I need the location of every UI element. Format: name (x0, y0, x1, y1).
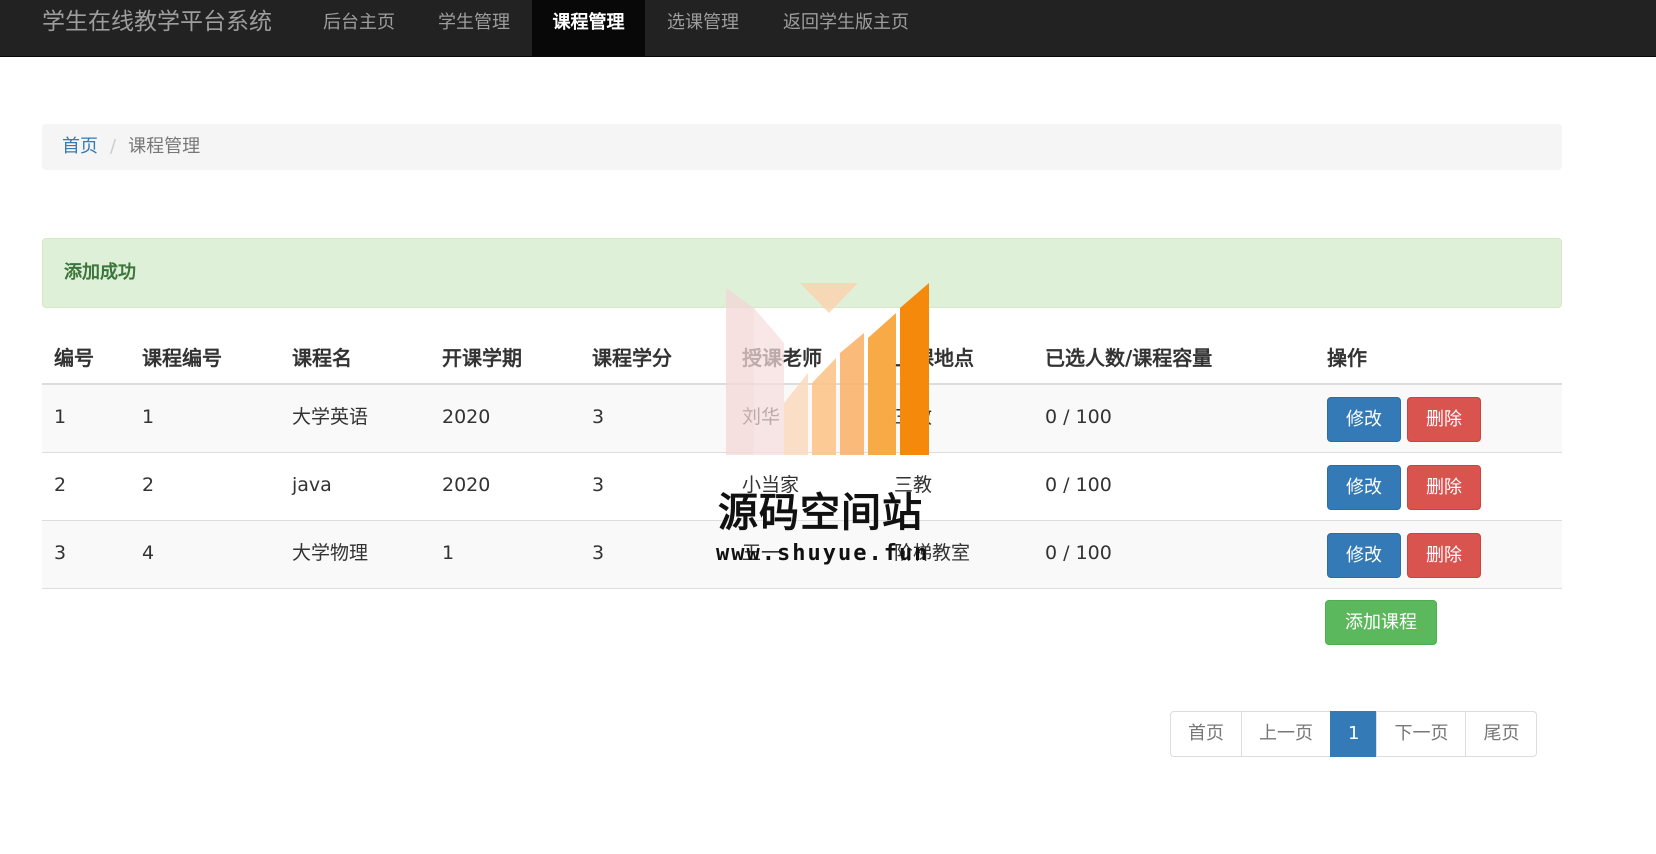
page-current-button[interactable]: 1 (1330, 711, 1378, 757)
delete-button[interactable]: 删除 (1407, 533, 1481, 578)
cell-course-name: 大学物理 (292, 542, 369, 564)
edit-button[interactable]: 修改 (1327, 533, 1401, 578)
cell-id: 3 (54, 542, 67, 564)
cell-enrollment: 0 / 100 (1045, 474, 1112, 496)
top-navbar: 学生在线教学平台系统 后台主页 学生管理 课程管理 选课管理 返回学生版主页 (0, 0, 1656, 57)
nav-item-dashboard[interactable]: 后台主页 (303, 0, 415, 45)
brand-title[interactable]: 学生在线教学平台系统 (42, 0, 272, 45)
watermark-title: 源码空间站 (718, 490, 923, 536)
cell-enrollment: 0 / 100 (1045, 542, 1112, 564)
cell-teacher: 刘华 (742, 406, 781, 428)
cell-location: 三教 (894, 406, 933, 428)
success-alert: 添加成功 (42, 238, 1562, 308)
cell-term: 1 (442, 542, 455, 564)
page-prev-button[interactable]: 上一页 (1241, 711, 1331, 757)
edit-button[interactable]: 修改 (1327, 397, 1401, 442)
breadcrumb-home-link[interactable]: 首页 (62, 136, 98, 157)
breadcrumb-current: 课程管理 (128, 136, 201, 157)
cell-course-name: java (292, 474, 332, 496)
col-header-course-code: 课程编号 (142, 346, 222, 370)
cell-course-code: 1 (142, 406, 155, 428)
cell-term: 2020 (442, 406, 491, 428)
cell-id: 2 (54, 474, 67, 496)
nav-item-courses[interactable]: 课程管理 (532, 0, 645, 56)
col-header-course-name: 课程名 (292, 346, 352, 370)
col-header-enrollment: 已选人数/课程容量 (1045, 346, 1213, 370)
cell-credit: 3 (592, 542, 605, 564)
col-header-actions: 操作 (1327, 346, 1367, 370)
page-next-button[interactable]: 下一页 (1376, 711, 1467, 757)
col-header-teacher: 授课老师 (742, 346, 822, 370)
cell-id: 1 (54, 406, 67, 428)
nav-item-enrollment[interactable]: 选课管理 (647, 0, 759, 45)
col-header-credit: 课程学分 (592, 346, 672, 370)
col-header-term: 开课学期 (442, 346, 522, 370)
add-course-button[interactable]: 添加课程 (1325, 600, 1437, 645)
nav-item-students[interactable]: 学生管理 (418, 0, 530, 45)
pagination: 首页 上一页 1 下一页 尾页 (1170, 711, 1538, 757)
page-last-button[interactable]: 尾页 (1465, 711, 1538, 757)
table-header-row: 编号 课程编号 课程名 开课学期 课程学分 授课老师 上课地点 已选人数/课程容… (42, 334, 1562, 385)
col-header-location: 上课地点 (894, 346, 974, 370)
delete-button[interactable]: 删除 (1407, 465, 1481, 510)
watermark-url: www.shuyue.fun (716, 541, 930, 566)
cell-course-name: 大学英语 (292, 406, 369, 428)
cell-credit: 3 (592, 406, 605, 428)
breadcrumb: 首页 / 课程管理 (42, 124, 1562, 170)
cell-course-code: 4 (142, 542, 155, 564)
cell-credit: 3 (592, 474, 605, 496)
page-first-button[interactable]: 首页 (1170, 711, 1242, 757)
cell-term: 2020 (442, 474, 491, 496)
table-row: 1 1 大学英语 2020 3 刘华 三教 0 / 100 修改 删除 (42, 385, 1562, 453)
edit-button[interactable]: 修改 (1327, 465, 1401, 510)
nav-item-student-home[interactable]: 返回学生版主页 (762, 0, 930, 45)
delete-button[interactable]: 删除 (1407, 397, 1481, 442)
cell-enrollment: 0 / 100 (1045, 406, 1112, 428)
col-header-id: 编号 (54, 346, 94, 370)
cell-course-code: 2 (142, 474, 155, 496)
breadcrumb-separator: / (110, 136, 117, 157)
